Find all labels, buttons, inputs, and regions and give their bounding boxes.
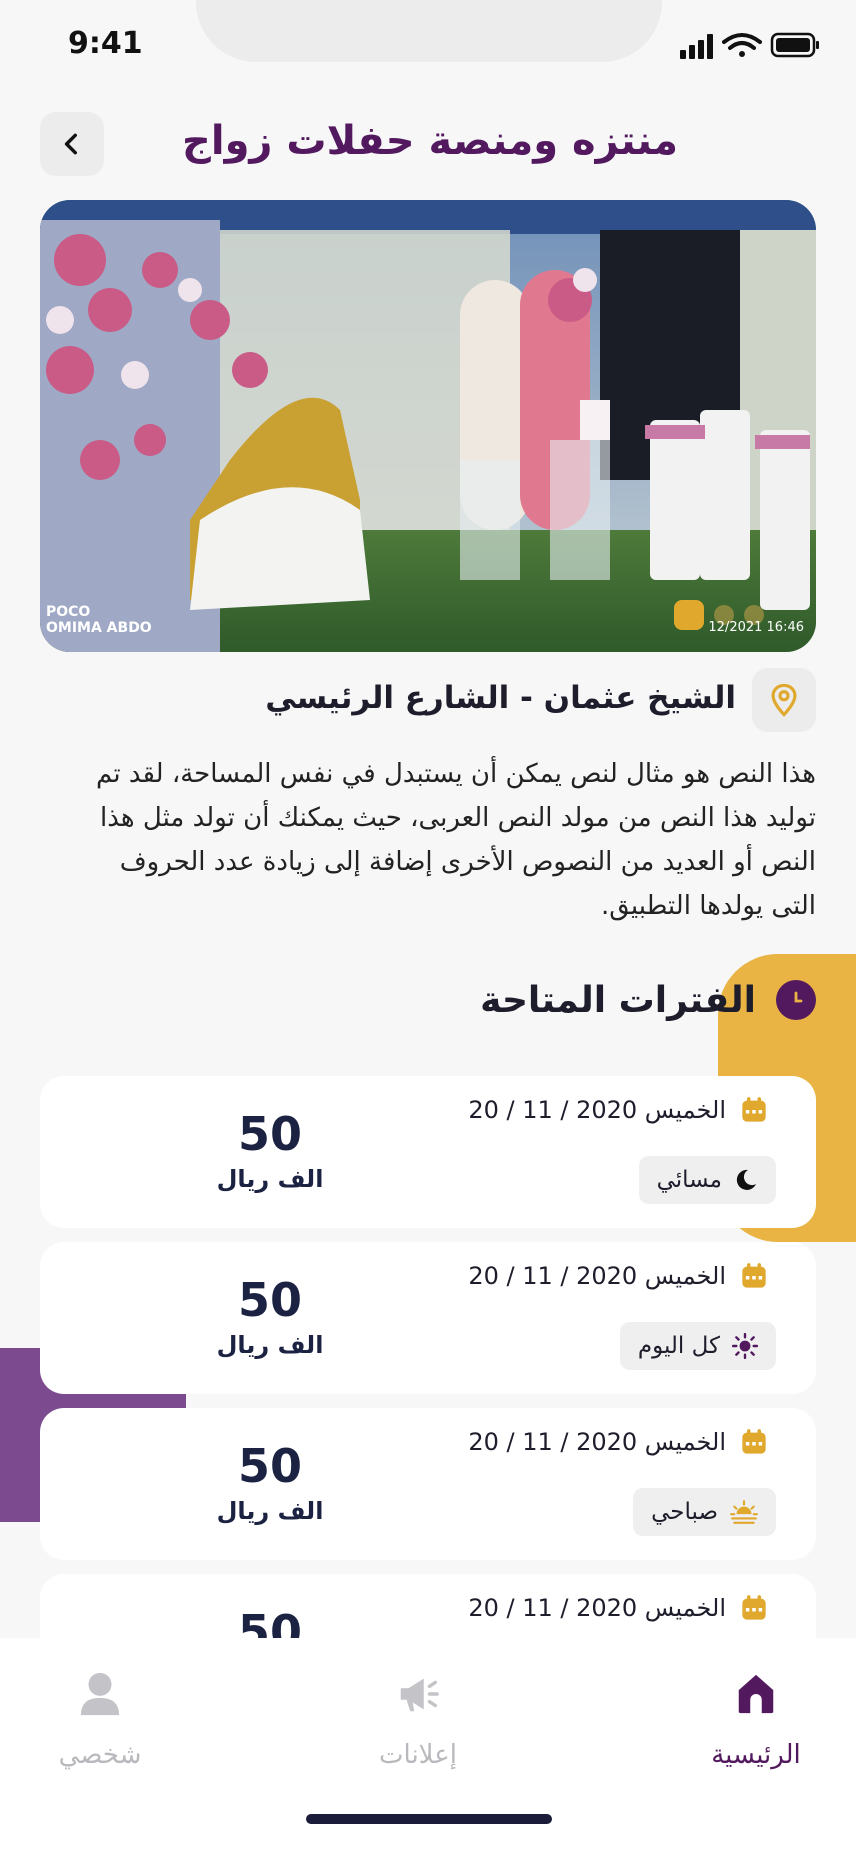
user-icon bbox=[80, 1672, 120, 1716]
venue-address: الشيخ عثمان - الشارع الرئيسي bbox=[265, 680, 736, 716]
slot-date-text: الخميس 2020 / 11 / 20 bbox=[468, 1428, 726, 1456]
slot-date-text: الخميس 2020 / 11 / 20 bbox=[468, 1262, 726, 1290]
status-time: 9:41 bbox=[68, 26, 143, 61]
slot-price-unit: الف ريال bbox=[216, 1165, 324, 1193]
calendar-icon bbox=[742, 1429, 766, 1454]
back-button[interactable] bbox=[40, 112, 104, 176]
venue-photo-carousel[interactable] bbox=[40, 200, 816, 652]
slot-price: 50 الف ريال bbox=[160, 1106, 380, 1196]
slot-date: الخميس 2020 / 11 / 20 bbox=[468, 1428, 768, 1456]
signal-icon bbox=[680, 34, 713, 59]
home-icon bbox=[738, 1674, 774, 1714]
calendar-icon bbox=[742, 1097, 766, 1122]
slot-price-value: 50 bbox=[237, 1107, 302, 1161]
nav-label-ads: إعلانات bbox=[379, 1740, 457, 1770]
venue-description: هذا النص هو مثال لنص يمكن أن يستبدل في ن… bbox=[96, 759, 816, 921]
venue-photo bbox=[40, 200, 816, 652]
wifi-icon bbox=[722, 33, 762, 57]
nav-label-home: الرئيسية bbox=[711, 1740, 801, 1770]
photo-timestamp: 12/2021 16:46 bbox=[708, 620, 804, 635]
slot-price: 50 الف ريال bbox=[160, 1272, 380, 1362]
sunrise-icon bbox=[730, 1500, 758, 1524]
slot-period-badge: صباحي bbox=[633, 1488, 776, 1536]
slot-price-value: 50 bbox=[237, 1439, 302, 1493]
calendar-icon bbox=[742, 1595, 766, 1620]
chevron-left-icon bbox=[64, 133, 77, 155]
page-title: منتزه ومنصة حفلات زواج bbox=[182, 118, 678, 164]
location-pin-box[interactable] bbox=[752, 668, 816, 732]
slot-period-label: صباحي bbox=[651, 1499, 718, 1525]
slot-date: الخميس 2020 / 11 / 20 bbox=[468, 1594, 768, 1622]
status-icons bbox=[680, 32, 819, 59]
carousel-dot[interactable] bbox=[674, 600, 704, 630]
slot-price-value: 50 bbox=[237, 1273, 302, 1327]
slot-price-unit: الف ريال bbox=[216, 1497, 324, 1525]
slot-price: 50 الف ريال bbox=[160, 1438, 380, 1528]
nav-item-home[interactable]: الرئيسية bbox=[656, 1666, 856, 1770]
slot-period-badge: مسائي bbox=[638, 1156, 776, 1204]
megaphone-icon bbox=[400, 1678, 439, 1712]
slot-period-label: كل اليوم bbox=[637, 1333, 720, 1359]
home-indicator bbox=[306, 1814, 552, 1824]
slot-price-unit: الف ريال bbox=[216, 1331, 324, 1359]
slot-card[interactable]: الخميس 2020 / 11 / 20 مسائي 50 الف ريال bbox=[40, 1076, 816, 1228]
slot-period-badge: كل اليوم bbox=[619, 1322, 776, 1370]
slot-date: الخميس 2020 / 11 / 20 bbox=[468, 1096, 768, 1124]
slot-date: الخميس 2020 / 11 / 20 bbox=[468, 1262, 768, 1290]
sun-icon bbox=[732, 1333, 758, 1359]
nav-item-ads[interactable]: إعلانات bbox=[318, 1666, 518, 1770]
clock-icon bbox=[776, 980, 816, 1020]
photo-watermark: POCO OMIMA ABDO bbox=[46, 604, 152, 636]
calendar-icon bbox=[742, 1263, 766, 1288]
device-notch bbox=[196, 0, 662, 62]
slot-date-text: الخميس 2020 / 11 / 20 bbox=[468, 1096, 726, 1124]
slot-date-text: الخميس 2020 / 11 / 20 bbox=[468, 1594, 726, 1622]
status-bar: 9:41 bbox=[0, 0, 856, 90]
moon-icon bbox=[736, 1169, 756, 1190]
slot-card[interactable]: الخميس 2020 / 11 / 20 صباحي 50 الف ريال bbox=[40, 1408, 816, 1560]
slot-card[interactable]: الخميس 2020 / 11 / 20 كل اليوم 50 الف ري… bbox=[40, 1242, 816, 1394]
location-pin-icon bbox=[771, 683, 797, 717]
battery-icon bbox=[770, 32, 819, 58]
section-title-available-slots: الفترات المتاحة bbox=[480, 980, 756, 1021]
nav-label-profile: شخصي bbox=[58, 1740, 142, 1770]
slot-period-label: مسائي bbox=[656, 1167, 722, 1193]
nav-item-profile[interactable]: شخصي bbox=[0, 1666, 200, 1770]
